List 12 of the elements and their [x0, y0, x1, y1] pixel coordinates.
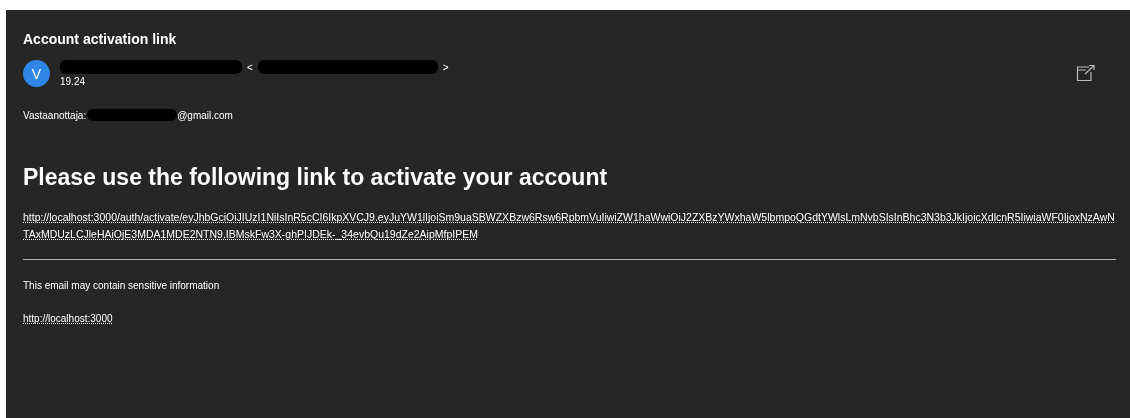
site-link[interactable]: http://localhost:3000 [23, 313, 113, 324]
email-subject: Account activation link [23, 30, 178, 48]
bracket-text: < [247, 61, 253, 73]
notice-text: This email may contain sensitive information [23, 280, 221, 291]
sender-avatar: V [23, 60, 50, 87]
email-heading: Please use the following link to activate your account [23, 163, 609, 191]
recipient-label: Vastaanottaja: [23, 109, 87, 121]
popout-icon[interactable] [1076, 64, 1096, 82]
sent-time: 19.24 [60, 76, 87, 87]
recipient-address: @gmail.com [177, 109, 233, 121]
bracket-text: > [442, 61, 449, 73]
activation-link[interactable]: http://localhost:3000/auth/activate/eyJhbGciOiJIUzI1NiIsInR5cCI6IkpXVCJ9.eyJuYW1lIjoiSm9uaSBWZXBzw6Rsw6RpbmVuIiwiZW1haWwiOiJ2ZXBzYWxhaW5lbmpoQGdtYWlsLmNvbSIsInBhc3N3b3JkIjoicXdlcnR5IiwiaWF0IjoxNzAwNTAxMDUzLCJleHAiOjE3MDA1MDE2NTN9.IBMskFw3X-ghPIJDEk-_34evbQu19dZe2AipMfpIPEM [23, 209, 1116, 243]
